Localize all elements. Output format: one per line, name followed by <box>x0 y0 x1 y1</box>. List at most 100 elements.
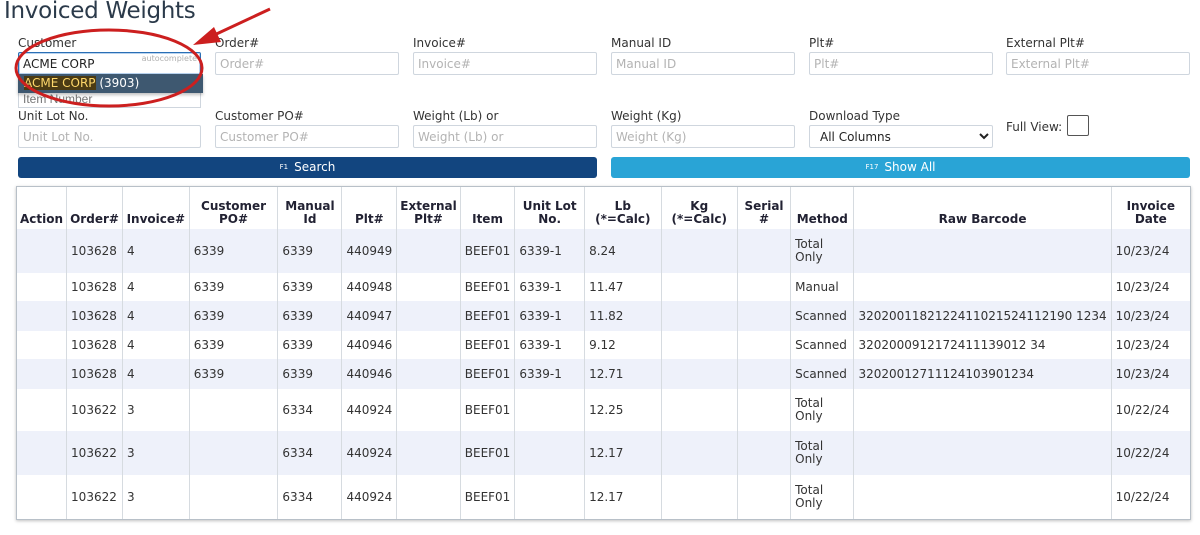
table-cell <box>737 229 792 273</box>
table-cell: 440946 <box>341 359 398 389</box>
autocomplete-option[interactable]: ACME CORP (3903) <box>18 74 203 93</box>
table-cell: 10/23/24 <box>1115 337 1170 352</box>
table-row[interactable]: 103622 3 6334 440924 BEEF01 12.17 Total Only 10… <box>17 475 1190 519</box>
customer-po-label: Customer PO# <box>215 109 304 123</box>
table-cell: 103628 <box>66 331 123 359</box>
table-cell: 10/23/24 <box>1115 243 1170 258</box>
table-cell: BEEF01 <box>460 331 516 359</box>
table-row[interactable]: 103628 4 6339 6339 440946 BEEF01 6339-1 12.71 Sc… <box>17 359 1190 389</box>
unit-lot-field: Unit Lot No. <box>18 109 201 148</box>
customer-field: Customer autocomplete <box>18 36 201 75</box>
table-cell <box>17 431 68 475</box>
table-row[interactable]: 103628 4 6339 6339 440948 BEEF01 6339-1 11.47 Ma… <box>17 273 1190 301</box>
autocomplete-match: ACME CORP <box>24 76 96 90</box>
table-cell: 440924 <box>341 475 398 519</box>
table-cell: Total Only <box>790 229 855 273</box>
table-cell <box>189 475 279 519</box>
table-cell: 6339 <box>189 229 279 273</box>
table-cell: 6339-1 <box>514 273 586 301</box>
table-cell <box>17 389 68 431</box>
column-header: Customer PO# <box>189 187 279 229</box>
table-cell <box>17 359 68 389</box>
unit-lot-input[interactable] <box>18 125 201 148</box>
weight-lb-input[interactable] <box>413 125 597 148</box>
column-header: Unit Lot No. <box>514 187 586 229</box>
table-cell: 440948 <box>341 273 398 301</box>
table-cell: Scanned <box>790 301 855 331</box>
table-row[interactable]: 103622 3 6334 440924 BEEF01 12.25 Total Only 10… <box>17 389 1190 431</box>
table-cell: BEEF01 <box>460 431 516 475</box>
customer-label: Customer <box>18 36 77 50</box>
external-plt-input[interactable] <box>1006 52 1190 75</box>
table-cell <box>661 359 738 389</box>
table-body: 103628 4 6339 6339 440949 BEEF01 6339-1 8.24 Tot… <box>17 229 1190 519</box>
full-view-checkbox[interactable] <box>1067 115 1089 136</box>
show-all-button[interactable]: F17 Show All <box>611 157 1190 178</box>
manual-id-field: Manual ID <box>611 36 795 75</box>
table-row[interactable]: 103628 4 6339 6339 440947 BEEF01 6339-1 11.82 Sc… <box>17 301 1190 331</box>
table-cell: 6339 <box>277 359 343 389</box>
table-cell: 10/23/24 <box>1115 279 1170 294</box>
external-plt-field: External Plt# <box>1006 36 1190 75</box>
table-cell: 9.12 <box>584 331 662 359</box>
search-button[interactable]: F1 Search <box>18 157 597 178</box>
invoice-input[interactable] <box>413 52 597 75</box>
table-cell: 103622 <box>66 389 123 431</box>
plt-input[interactable] <box>809 52 993 75</box>
table-row[interactable]: 103628 4 6339 6339 440946 BEEF01 6339-1 9.12 Sca… <box>17 331 1190 359</box>
column-header: Raw Barcode <box>853 187 1112 229</box>
table-cell <box>396 273 461 301</box>
table-cell: 6339 <box>189 331 279 359</box>
customer-po-input[interactable] <box>215 125 399 148</box>
order-field: Order# <box>215 36 399 75</box>
table-cell: 6339-1 <box>514 359 586 389</box>
autocomplete-suffix: (3903) <box>95 76 140 90</box>
table-cell <box>396 475 461 519</box>
table-cell: 12.25 <box>584 389 662 431</box>
table-cell <box>737 359 792 389</box>
table-cell <box>17 273 68 301</box>
table-cell: 103622 <box>66 475 123 519</box>
table-cell <box>737 331 792 359</box>
search-label: Search <box>294 160 336 174</box>
table-cell <box>396 389 461 431</box>
table-cell: 6339-1 <box>514 301 586 331</box>
table-cell: 6334 <box>277 475 343 519</box>
table-cell: BEEF01 <box>460 389 516 431</box>
table-cell: 6334 <box>277 431 343 475</box>
download-type-label: Download Type <box>809 109 901 123</box>
table-row[interactable]: 103628 4 6339 6339 440949 BEEF01 6339-1 8.24 Tot… <box>17 229 1190 273</box>
column-header: Invoice Date <box>1126 199 1176 226</box>
table-cell <box>661 331 738 359</box>
table-cell: 440924 <box>341 389 398 431</box>
table-cell <box>737 389 792 431</box>
table-cell: Total Only <box>790 431 855 475</box>
table-cell: 6339 <box>277 273 343 301</box>
table-cell: 6339 <box>189 273 279 301</box>
table-cell <box>17 331 68 359</box>
weight-kg-input[interactable] <box>611 125 795 148</box>
table-cell: BEEF01 <box>460 475 516 519</box>
table-cell: BEEF01 <box>460 229 516 273</box>
table-cell: BEEF01 <box>460 273 516 301</box>
full-view-label: Full View: <box>1006 120 1063 134</box>
table-cell: 440946 <box>341 331 398 359</box>
table-cell: 6339 <box>277 301 343 331</box>
table-cell: 10/22/24 <box>1115 445 1170 460</box>
table-cell: 6339 <box>189 301 279 331</box>
table-cell <box>17 475 68 519</box>
table-row[interactable]: 103622 3 6334 440924 BEEF01 12.17 Total Only 10… <box>17 431 1190 475</box>
table-cell <box>737 475 792 519</box>
order-input[interactable] <box>215 52 399 75</box>
table-cell <box>661 273 738 301</box>
table-cell: 8.24 <box>584 229 662 273</box>
table-cell: 103628 <box>66 301 123 331</box>
manual-id-input[interactable] <box>611 52 795 75</box>
weight-kg-label: Weight (Kg) <box>611 109 682 123</box>
external-plt-label: External Plt# <box>1006 36 1085 50</box>
table-header-row: Action Order# Invoice# Customer PO# Manual Id P… <box>17 187 1190 229</box>
download-type-select[interactable]: All Columns <box>809 125 993 148</box>
table-cell <box>514 475 586 519</box>
customer-po-field: Customer PO# <box>215 109 399 148</box>
table-cell: 4 <box>122 273 190 301</box>
